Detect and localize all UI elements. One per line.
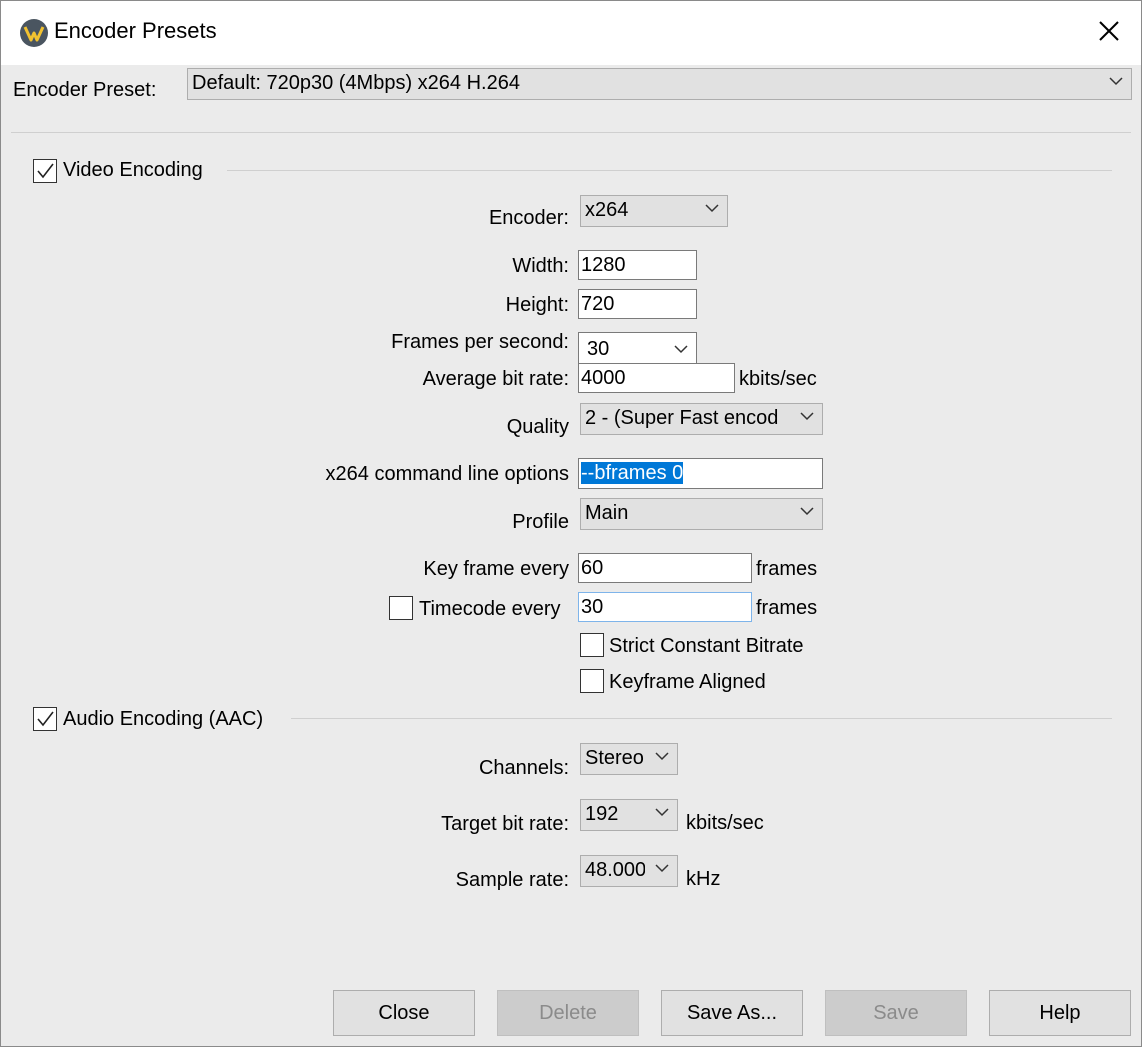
fps-dropdown[interactable]: 30 [578, 332, 697, 364]
checkmark-icon [37, 711, 54, 727]
save-as-button[interactable]: Save As... [661, 990, 803, 1036]
help-button[interactable]: Help [989, 990, 1131, 1036]
chevron-down-icon [705, 204, 719, 213]
quality-dropdown[interactable]: 2 - (Super Fast encod [580, 403, 823, 435]
bitrate-label: Average bit rate: [422, 368, 569, 390]
video-section-rule [227, 170, 1112, 171]
keyframe-label: Key frame every [423, 558, 569, 580]
target-bitrate-dropdown[interactable]: 192 [580, 799, 678, 831]
profile-dropdown[interactable]: Main [580, 498, 823, 530]
timecode-checkbox[interactable] [389, 596, 413, 620]
encoder-dropdown[interactable]: x264 [580, 195, 728, 227]
encoder-preset-label: Encoder Preset: [13, 79, 157, 101]
strict-cbr-checkbox[interactable] [580, 633, 604, 657]
cmdline-value: --bframes 0 [581, 462, 684, 484]
keyframe-input[interactable]: 60 [578, 553, 752, 583]
sample-rate-label: Sample rate: [455, 869, 569, 891]
chevron-down-icon [655, 864, 669, 873]
chevron-down-icon [800, 507, 814, 516]
encoder-preset-value: Default: 720p30 (4Mbps) x264 H.264 [192, 72, 520, 94]
sample-rate-dropdown[interactable]: 48.000 [580, 855, 678, 887]
chevron-down-icon [655, 808, 669, 817]
save-button[interactable]: Save [825, 990, 967, 1036]
timecode-label: Timecode every [419, 598, 561, 620]
bitrate-unit: kbits/sec [739, 368, 817, 390]
encoder-presets-window: Encoder Presets Encoder Preset: Default:… [0, 0, 1142, 1047]
target-bitrate-unit: kbits/sec [686, 812, 764, 834]
video-encoding-label: Video Encoding [63, 159, 203, 181]
quality-label: Quality [506, 416, 569, 438]
close-icon[interactable] [1095, 17, 1123, 45]
fps-label: Frames per second: [391, 331, 569, 353]
chevron-down-icon [1109, 77, 1123, 86]
video-encoding-checkbox[interactable] [33, 159, 57, 183]
keyframe-aligned-label: Keyframe Aligned [609, 671, 766, 693]
profile-value: Main [585, 502, 629, 524]
bitrate-input[interactable]: 4000 [578, 363, 735, 393]
timecode-input[interactable]: 30 [578, 592, 752, 622]
title-bar: Encoder Presets [1, 1, 1141, 65]
width-label: Width: [512, 255, 569, 277]
separator [11, 132, 1131, 133]
fps-value: 30 [587, 338, 610, 360]
audio-encoding-label: Audio Encoding (AAC) [63, 708, 264, 730]
quality-value: 2 - (Super Fast encod [585, 407, 779, 429]
cmdline-label: x264 command line options [325, 463, 569, 485]
profile-label: Profile [512, 511, 569, 533]
target-bitrate-value: 192 [585, 803, 619, 825]
height-input[interactable]: 720 [578, 289, 697, 319]
audio-encoding-checkbox[interactable] [33, 707, 57, 731]
chevron-down-icon [800, 412, 814, 421]
app-logo-icon [20, 19, 48, 47]
sample-rate-value: 48.000 [585, 859, 645, 881]
chevron-down-icon [655, 752, 669, 761]
keyframe-aligned-checkbox[interactable] [580, 669, 604, 693]
close-button[interactable]: Close [333, 990, 475, 1036]
encoder-label: Encoder: [488, 207, 569, 229]
channels-label: Channels: [478, 757, 569, 779]
cmdline-input[interactable]: --bframes 0 [578, 458, 823, 489]
timecode-unit: frames [756, 597, 818, 619]
height-label: Height: [505, 294, 569, 316]
delete-button[interactable]: Delete [497, 990, 639, 1036]
width-input[interactable]: 1280 [578, 250, 697, 280]
channels-value: Stereo [585, 747, 644, 769]
audio-section-rule [291, 718, 1112, 719]
keyframe-unit: frames [756, 558, 818, 580]
chevron-down-icon [674, 345, 688, 354]
target-bitrate-label: Target bit rate: [441, 813, 569, 835]
strict-cbr-label: Strict Constant Bitrate [609, 635, 804, 657]
encoder-preset-dropdown[interactable]: Default: 720p30 (4Mbps) x264 H.264 [187, 68, 1132, 100]
channels-dropdown[interactable]: Stereo [580, 743, 678, 775]
window-title: Encoder Presets [54, 18, 217, 43]
checkmark-icon [37, 163, 54, 179]
encoder-value: x264 [585, 199, 629, 221]
sample-rate-unit: kHz [686, 868, 721, 890]
